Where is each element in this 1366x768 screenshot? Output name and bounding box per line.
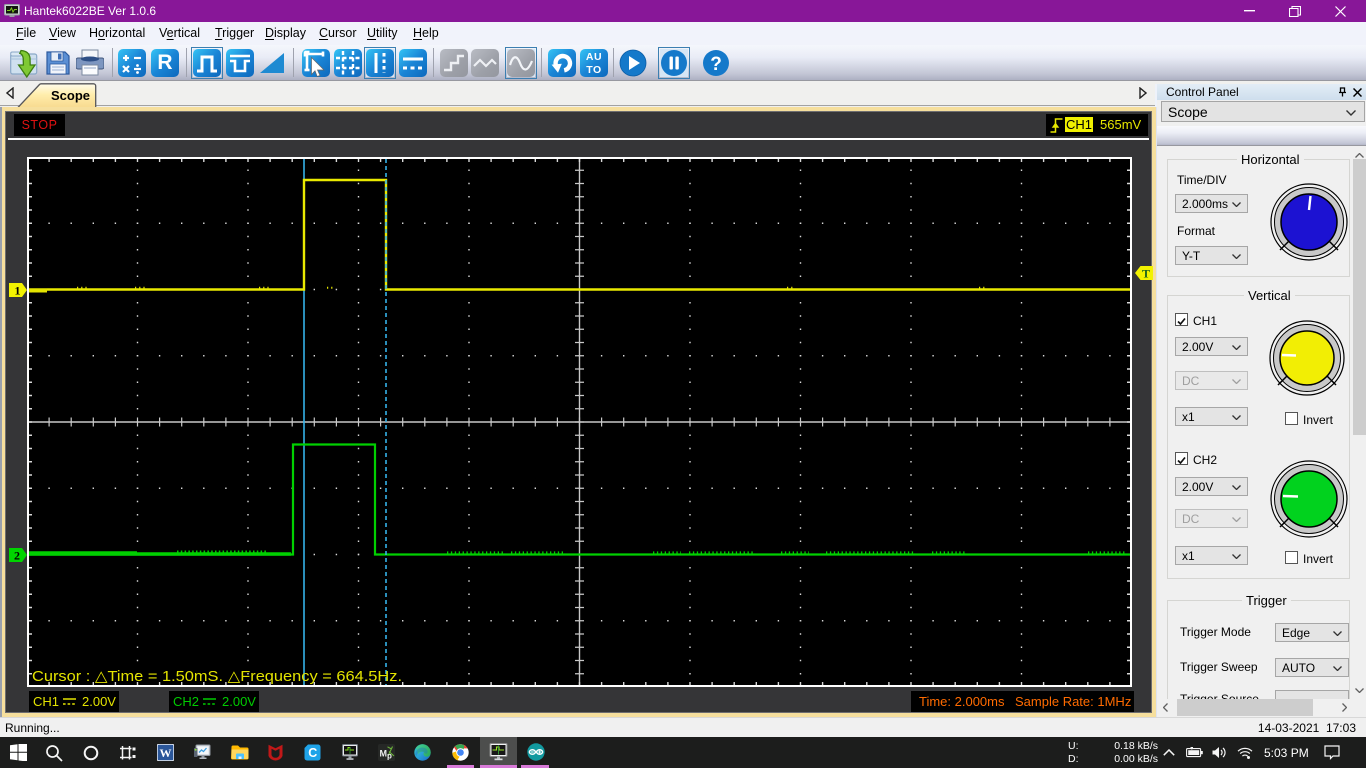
svg-text:T: T xyxy=(1142,267,1150,281)
svg-text:?: ? xyxy=(710,54,722,75)
svg-text:2: 2 xyxy=(14,549,20,563)
svg-text:W: W xyxy=(160,746,172,760)
svg-text:1: 1 xyxy=(15,284,21,298)
svg-text:M: M xyxy=(380,749,388,759)
svg-text:C: C xyxy=(308,746,317,760)
svg-text:p: p xyxy=(387,752,392,761)
svg-text:Cursor : △Time = 1.50mS. △Freq: Cursor : △Time = 1.50mS. △Frequency = 66… xyxy=(32,668,402,685)
